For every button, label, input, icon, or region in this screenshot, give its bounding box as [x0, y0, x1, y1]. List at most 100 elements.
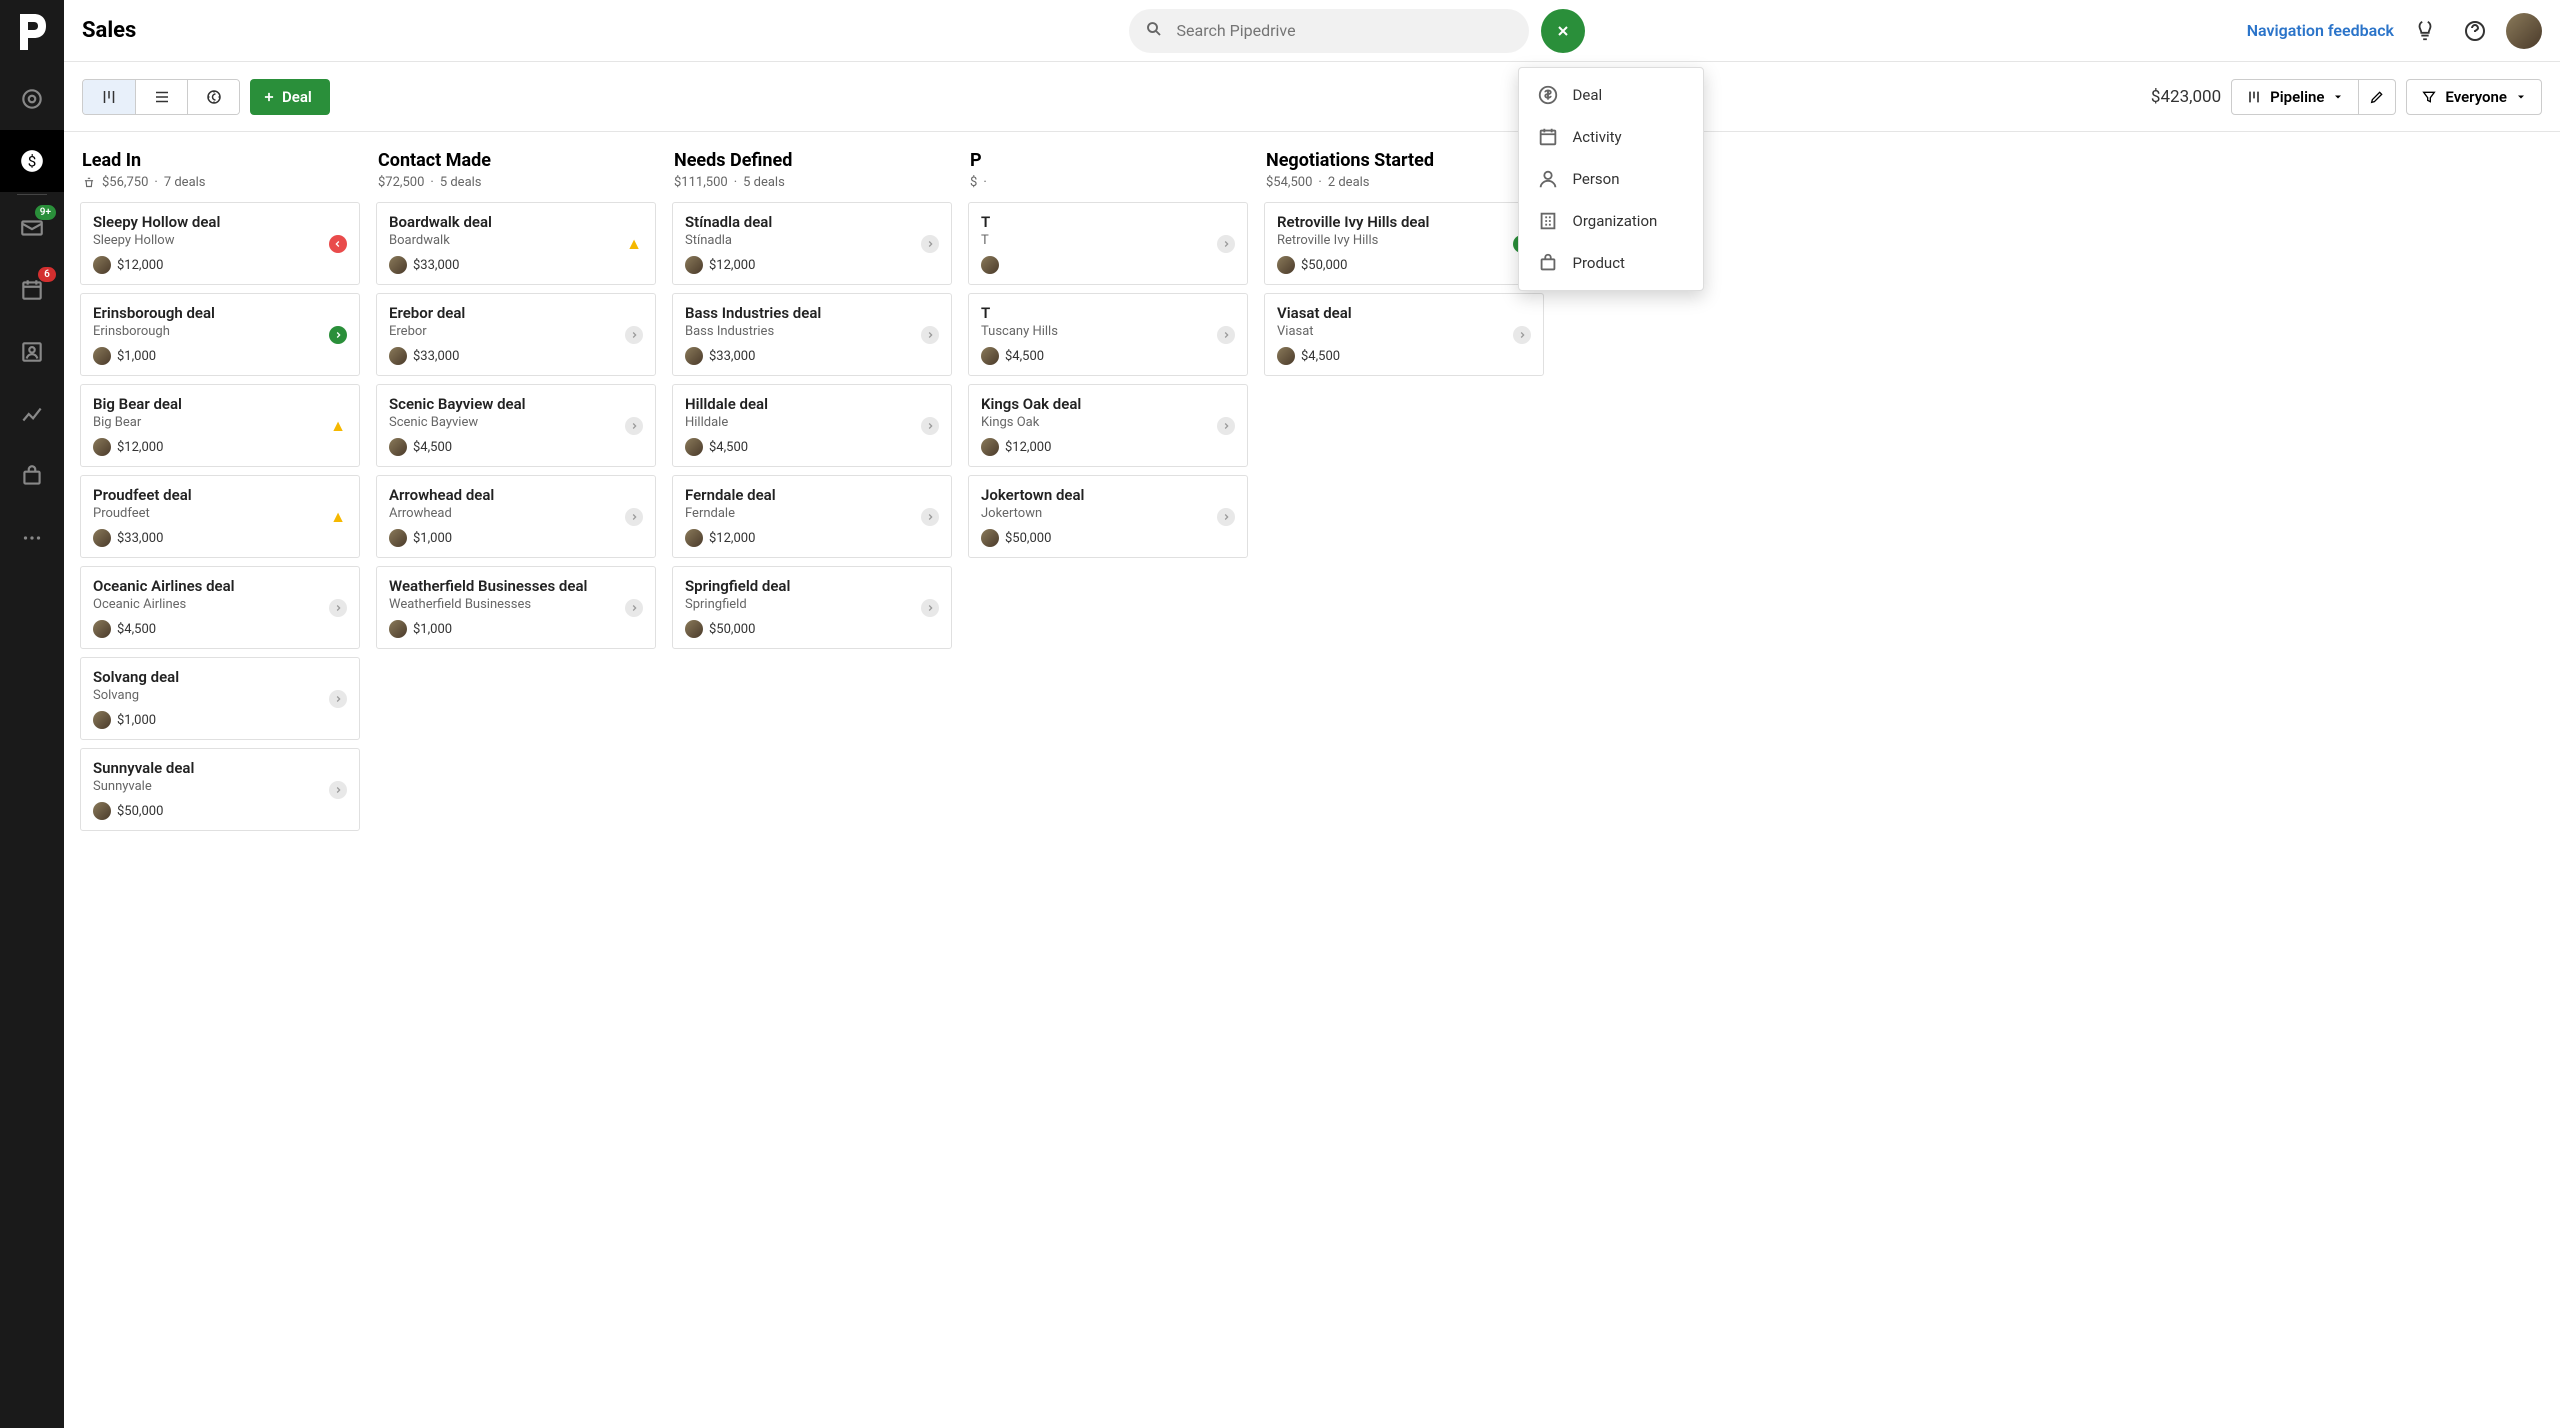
column-title: Needs Defined [674, 150, 950, 171]
status-neutral-icon [1217, 235, 1235, 253]
deal-card[interactable]: Stínadla deal Stínadla $12,000 [672, 202, 952, 285]
deal-card[interactable]: Springfield deal Springfield $50,000 [672, 566, 952, 649]
dropdown-deal[interactable]: Deal [1519, 74, 1703, 116]
status-neutral-icon [329, 781, 347, 799]
deal-title: Springfield deal [685, 577, 939, 595]
nav-contacts[interactable] [0, 321, 64, 383]
deal-card[interactable]: Big Bear deal Big Bear $12,000 ▲ [80, 384, 360, 467]
deal-amount: $33,000 [117, 531, 163, 546]
column-subtitle: $54,500 · 2 deals [1266, 175, 1542, 190]
deal-amount: $50,000 [1005, 531, 1051, 546]
status-neutral-icon [921, 508, 939, 526]
deal-title: Kings Oak deal [981, 395, 1235, 413]
add-deal-button[interactable]: Deal [250, 79, 330, 115]
deal-button-label: Deal [282, 88, 312, 106]
deal-card[interactable]: Retroville Ivy Hills deal Retroville Ivy… [1264, 202, 1544, 285]
column-cards: Retroville Ivy Hills deal Retroville Ivy… [1264, 202, 1544, 376]
search-input[interactable] [1129, 9, 1529, 53]
kanban-board[interactable]: Lead In $56,750 · 7 deals Sleepy Hollow … [64, 132, 2560, 1428]
left-nav: $ 9+ 6 [0, 0, 64, 1428]
help-icon[interactable] [2456, 12, 2494, 50]
owner-avatar [981, 529, 999, 547]
nav-products[interactable] [0, 445, 64, 507]
nav-deals[interactable]: $ [0, 130, 64, 192]
deal-card[interactable]: Viasat deal Viasat $4,500 [1264, 293, 1544, 376]
nav-insights[interactable] [0, 383, 64, 445]
deal-amount: $50,000 [709, 622, 755, 637]
deal-card[interactable]: Bass Industries deal Bass Industries $33… [672, 293, 952, 376]
pipedrive-logo[interactable] [8, 8, 56, 56]
deal-org: Springfield [685, 597, 939, 612]
deal-amount: $1,000 [413, 622, 452, 637]
everyone-button[interactable]: Everyone [2406, 79, 2542, 115]
dropdown-person[interactable]: Person [1519, 158, 1703, 200]
pipeline-label: Pipeline [2270, 88, 2324, 106]
owner-avatar [93, 802, 111, 820]
dropdown-product[interactable]: Product [1519, 242, 1703, 284]
deal-card[interactable]: Scenic Bayview deal Scenic Bayview $4,50… [376, 384, 656, 467]
status-warn-icon: ▲ [625, 235, 643, 253]
deal-org: Retroville Ivy Hills [1277, 233, 1531, 248]
deal-title: Big Bear deal [93, 395, 347, 413]
pipeline-column: Lead In $56,750 · 7 deals Sleepy Hollow … [80, 144, 360, 1416]
deal-card[interactable]: Weatherfield Businesses deal Weatherfiel… [376, 566, 656, 649]
deal-title: Weatherfield Businesses deal [389, 577, 643, 595]
owner-avatar [1277, 256, 1295, 274]
column-header: P $ · [968, 144, 1248, 202]
deal-card[interactable]: Solvang deal Solvang $1,000 [80, 657, 360, 740]
status-neutral-icon [329, 690, 347, 708]
deal-card[interactable]: Sleepy Hollow deal Sleepy Hollow $12,000 [80, 202, 360, 285]
edit-pipeline-button[interactable] [2359, 79, 2396, 115]
deal-title: Sunnyvale deal [93, 759, 347, 777]
search-wrap [1129, 9, 1529, 53]
status-neutral-icon [1217, 326, 1235, 344]
nav-more[interactable] [0, 507, 64, 569]
nav-feedback-link[interactable]: Navigation feedback [2247, 21, 2394, 40]
add-button[interactable]: Deal Activity Person Organization [1541, 9, 1585, 53]
user-avatar[interactable] [2506, 13, 2542, 49]
owner-avatar [389, 438, 407, 456]
column-header: Negotiations Started $54,500 · 2 deals [1264, 144, 1544, 202]
svg-text:$: $ [28, 152, 37, 170]
deal-card[interactable]: Proudfeet deal Proudfeet $33,000 ▲ [80, 475, 360, 558]
status-neutral-icon [921, 326, 939, 344]
view-pipeline-icon[interactable] [83, 80, 135, 114]
deal-card[interactable]: Jokertown deal Jokertown $50,000 [968, 475, 1248, 558]
deal-amount: $50,000 [1301, 258, 1347, 273]
view-list-icon[interactable] [135, 80, 187, 114]
view-toggle [82, 79, 240, 115]
deal-amount: $1,000 [117, 349, 156, 364]
view-forecast-icon[interactable] [187, 80, 239, 114]
nav-activities[interactable]: 6 [0, 259, 64, 321]
deal-amount: $12,000 [1005, 440, 1051, 455]
owner-avatar [685, 620, 703, 638]
deal-amount: $50,000 [117, 804, 163, 819]
pipeline-button[interactable]: Pipeline [2231, 79, 2359, 115]
assistant-icon[interactable] [2406, 12, 2444, 50]
status-neutral-icon [329, 599, 347, 617]
column-header: Contact Made $72,500 · 5 deals [376, 144, 656, 202]
deal-card[interactable]: Hilldale deal Hilldale $4,500 [672, 384, 952, 467]
deal-card[interactable]: Oceanic Airlines deal Oceanic Airlines $… [80, 566, 360, 649]
activities-badge: 6 [38, 267, 56, 282]
deal-card[interactable]: Erinsborough deal Erinsborough $1,000 [80, 293, 360, 376]
deal-card[interactable]: Arrowhead deal Arrowhead $1,000 [376, 475, 656, 558]
deal-card[interactable]: Ferndale deal Ferndale $12,000 [672, 475, 952, 558]
nav-leads[interactable] [0, 68, 64, 130]
dropdown-activity[interactable]: Activity [1519, 116, 1703, 158]
owner-avatar [981, 256, 999, 274]
deal-title: Proudfeet deal [93, 486, 347, 504]
deal-title: T [981, 213, 1235, 231]
deal-title: Stínadla deal [685, 213, 939, 231]
dropdown-organization[interactable]: Organization [1519, 200, 1703, 242]
deal-card[interactable]: Erebor deal Erebor $33,000 [376, 293, 656, 376]
deal-card[interactable]: Sunnyvale deal Sunnyvale $50,000 [80, 748, 360, 831]
deal-card[interactable]: Kings Oak deal Kings Oak $12,000 [968, 384, 1248, 467]
deal-card[interactable]: Boardwalk deal Boardwalk $33,000 ▲ [376, 202, 656, 285]
dropdown-activity-label: Activity [1573, 128, 1622, 146]
dropdown-product-label: Product [1573, 254, 1625, 272]
deal-card[interactable]: T T [968, 202, 1248, 285]
deal-card[interactable]: T Tuscany Hills $4,500 [968, 293, 1248, 376]
nav-mail[interactable]: 9+ [0, 197, 64, 259]
status-neutral-icon [921, 599, 939, 617]
